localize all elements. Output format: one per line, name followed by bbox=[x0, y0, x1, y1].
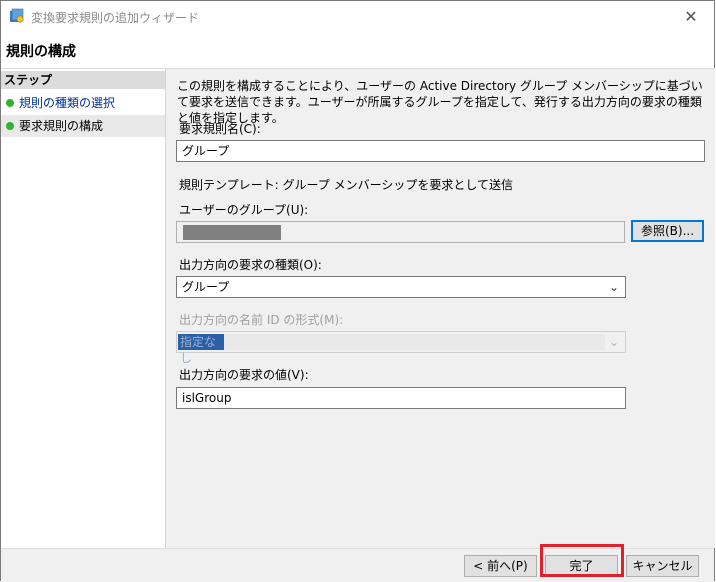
green-dot-icon bbox=[6, 122, 14, 130]
rule-template-text: 規則テンプレート: グループ メンバーシップを要求として送信 bbox=[179, 178, 513, 192]
window-title: 変換要求規則の追加ウィザード bbox=[31, 11, 200, 25]
outgoing-claim-type-value: グループ bbox=[182, 280, 230, 294]
green-dot-icon bbox=[6, 99, 14, 107]
claim-rule-name-label: 要求規則名(C): bbox=[179, 122, 261, 136]
claim-rule-name-input[interactable]: グループ bbox=[176, 140, 705, 162]
back-button[interactable]: < 前へ(P) bbox=[464, 555, 537, 577]
outgoing-name-id-format-value: 指定なし bbox=[178, 334, 224, 365]
steps-sidebar: ステップ 規則の種類の選択 要求規則の構成 bbox=[1, 68, 166, 548]
redacted-group-value bbox=[183, 225, 281, 240]
description-text: この規則を構成することにより、ユーザーの Active Directory グル… bbox=[177, 79, 703, 125]
wizard-window: 変換要求規則の追加ウィザード ✕ 規則の構成 ステップ 規則の種類の選択 要求規… bbox=[0, 0, 715, 582]
chevron-down-icon: ⌄ bbox=[608, 280, 619, 294]
outgoing-name-id-format-label: 出力方向の名前 ID の形式(M): bbox=[179, 313, 344, 327]
close-icon: ✕ bbox=[684, 7, 698, 26]
finish-button[interactable]: 完了 bbox=[545, 555, 618, 577]
user-group-field[interactable] bbox=[176, 221, 625, 243]
disabled-field-background bbox=[179, 334, 605, 350]
user-group-label: ユーザーのグループ(U): bbox=[179, 203, 309, 217]
outgoing-claim-value-input[interactable]: islGroup bbox=[176, 387, 626, 409]
sidebar-step-label: 規則の種類の選択 bbox=[19, 96, 116, 110]
outgoing-claim-type-label: 出力方向の要求の種類(O): bbox=[179, 258, 322, 272]
outgoing-name-id-format-select: 指定なし ⌄ bbox=[176, 331, 626, 365]
page-header: 規則の構成 bbox=[1, 32, 714, 68]
main-content: この規則を構成することにより、ユーザーの Active Directory グル… bbox=[166, 68, 715, 548]
page-title: 規則の構成 bbox=[6, 44, 76, 60]
chevron-down-icon: ⌄ bbox=[608, 335, 619, 349]
wizard-footer: < 前へ(P) 完了 キャンセル bbox=[1, 548, 714, 582]
outgoing-claim-type-select[interactable]: グループ ⌄ bbox=[176, 276, 626, 298]
outgoing-claim-value-label: 出力方向の要求の値(V): bbox=[179, 368, 309, 382]
steps-heading: ステップ bbox=[1, 71, 165, 89]
sidebar-step-rule-type[interactable]: 規則の種類の選択 bbox=[1, 92, 165, 114]
sidebar-step-label: 要求規則の構成 bbox=[19, 119, 104, 133]
cancel-button[interactable]: キャンセル bbox=[626, 555, 699, 577]
title-bar: 変換要求規則の追加ウィザード ✕ bbox=[1, 1, 714, 32]
browse-button[interactable]: 参照(B)... bbox=[631, 220, 704, 242]
close-button[interactable]: ✕ bbox=[668, 1, 714, 32]
adfs-wizard-icon bbox=[10, 8, 24, 23]
sidebar-step-configure-rule[interactable]: 要求規則の構成 bbox=[1, 115, 165, 137]
